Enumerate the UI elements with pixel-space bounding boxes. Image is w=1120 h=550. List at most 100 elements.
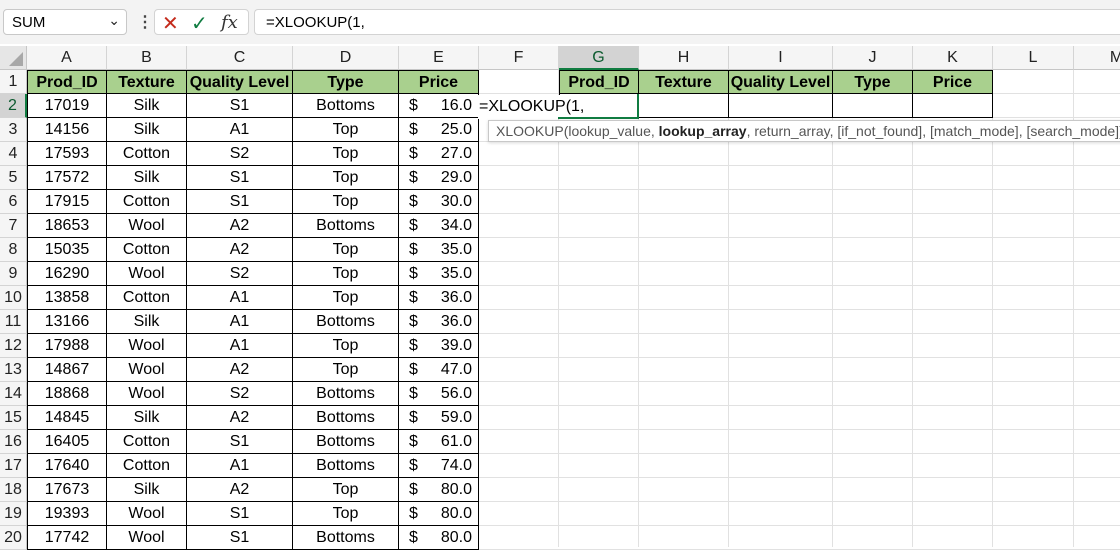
table-cell[interactable]: Top xyxy=(293,166,399,190)
table-cell[interactable]: A2 xyxy=(187,238,293,262)
table-cell[interactable]: Top xyxy=(293,262,399,286)
table-cell[interactable]: $74.0 xyxy=(399,454,479,478)
row-header[interactable]: 16 xyxy=(0,430,27,454)
table-cell[interactable]: A2 xyxy=(187,478,293,502)
row-header[interactable]: 11 xyxy=(0,310,27,334)
row-header[interactable]: 5 xyxy=(0,166,27,190)
table-cell[interactable]: $80.0 xyxy=(399,478,479,502)
table-cell[interactable]: Cotton xyxy=(107,190,187,214)
table-cell[interactable]: A1 xyxy=(187,454,293,478)
table-cell[interactable]: 15035 xyxy=(27,238,107,262)
table-cell[interactable]: 17673 xyxy=(27,478,107,502)
column-header[interactable]: G xyxy=(559,46,639,70)
table-cell[interactable]: Top xyxy=(293,190,399,214)
table-cell[interactable]: A1 xyxy=(187,334,293,358)
column-header[interactable]: J xyxy=(833,46,913,70)
table-header-cell[interactable]: Prod_ID xyxy=(27,70,107,94)
table-cell[interactable]: 17742 xyxy=(27,526,107,550)
table-cell[interactable]: $36.0 xyxy=(399,310,479,334)
lookup-result-cell[interactable] xyxy=(833,94,913,118)
row-header[interactable]: 18 xyxy=(0,478,27,502)
table-cell[interactable]: Wool xyxy=(107,214,187,238)
table-cell[interactable]: 17988 xyxy=(27,334,107,358)
table-cell[interactable]: Wool xyxy=(107,262,187,286)
table-header-cell[interactable]: Texture xyxy=(107,70,187,94)
cancel-icon[interactable]: ✕ xyxy=(162,11,179,36)
row-header[interactable]: 9 xyxy=(0,262,27,286)
column-header[interactable]: D xyxy=(293,46,399,70)
table-cell[interactable]: 16405 xyxy=(27,430,107,454)
table-cell[interactable]: $61.0 xyxy=(399,430,479,454)
table-cell[interactable]: $27.0 xyxy=(399,142,479,166)
table-cell[interactable]: S1 xyxy=(187,94,293,118)
table-cell[interactable]: Top xyxy=(293,238,399,262)
table-cell[interactable]: $80.0 xyxy=(399,526,479,550)
column-header[interactable]: H xyxy=(639,46,729,70)
lookup-result-cell[interactable] xyxy=(913,94,993,118)
table-cell[interactable]: $80.0 xyxy=(399,502,479,526)
row-header[interactable]: 17 xyxy=(0,454,27,478)
table-cell[interactable]: Top xyxy=(293,142,399,166)
table-cell[interactable]: S1 xyxy=(187,166,293,190)
row-header[interactable]: 1 xyxy=(0,70,27,94)
select-all-corner[interactable] xyxy=(0,46,27,70)
row-header[interactable]: 13 xyxy=(0,358,27,382)
table-cell[interactable]: S1 xyxy=(187,526,293,550)
more-options-icon[interactable]: ⋮ xyxy=(137,12,153,32)
table-cell[interactable]: Silk xyxy=(107,406,187,430)
table-cell[interactable]: Top xyxy=(293,478,399,502)
table-cell[interactable]: Top xyxy=(293,358,399,382)
table-cell[interactable]: A2 xyxy=(187,358,293,382)
table-cell[interactable]: A2 xyxy=(187,406,293,430)
row-header[interactable]: 3 xyxy=(0,118,27,142)
table-cell[interactable]: Silk xyxy=(107,118,187,142)
row-header[interactable]: 20 xyxy=(0,526,27,550)
row-header[interactable]: 14 xyxy=(0,382,27,406)
table-cell[interactable]: Silk xyxy=(107,478,187,502)
table-cell[interactable]: A1 xyxy=(187,118,293,142)
row-header[interactable]: 19 xyxy=(0,502,27,526)
column-header[interactable]: M xyxy=(1074,46,1120,70)
table-cell[interactable]: 17019 xyxy=(27,94,107,118)
formula-input[interactable]: =XLOOKUP(1, xyxy=(254,9,1120,35)
lookup-header-cell[interactable]: Price xyxy=(913,70,993,94)
table-cell[interactable]: Top xyxy=(293,118,399,142)
table-cell[interactable]: $36.0 xyxy=(399,286,479,310)
table-cell[interactable]: Top xyxy=(293,334,399,358)
table-cell[interactable]: 19393 xyxy=(27,502,107,526)
table-cell[interactable]: Wool xyxy=(107,334,187,358)
table-cell[interactable]: Bottoms xyxy=(293,310,399,334)
insert-function-icon[interactable]: fx xyxy=(221,12,238,33)
lookup-header-cell[interactable]: Type xyxy=(833,70,913,94)
table-cell[interactable]: 17572 xyxy=(27,166,107,190)
table-cell[interactable]: 18653 xyxy=(27,214,107,238)
table-header-cell[interactable]: Type xyxy=(293,70,399,94)
table-cell[interactable]: Bottoms xyxy=(293,214,399,238)
table-cell[interactable]: $59.0 xyxy=(399,406,479,430)
table-cell[interactable]: S2 xyxy=(187,262,293,286)
table-cell[interactable]: A1 xyxy=(187,310,293,334)
table-cell[interactable]: Silk xyxy=(107,166,187,190)
table-cell[interactable]: A1 xyxy=(187,286,293,310)
function-tooltip[interactable]: XLOOKUP(lookup_value, lookup_array, retu… xyxy=(488,120,1120,142)
row-header[interactable]: 15 xyxy=(0,406,27,430)
table-cell[interactable]: $29.0 xyxy=(399,166,479,190)
table-cell[interactable]: 13858 xyxy=(27,286,107,310)
table-cell[interactable]: Bottoms xyxy=(293,454,399,478)
row-header[interactable]: 6 xyxy=(0,190,27,214)
table-cell[interactable]: $34.0 xyxy=(399,214,479,238)
table-cell[interactable]: $16.0 xyxy=(399,94,479,118)
table-cell[interactable]: $25.0 xyxy=(399,118,479,142)
table-cell[interactable]: Wool xyxy=(107,358,187,382)
column-header[interactable]: F xyxy=(479,46,559,70)
lookup-header-cell[interactable]: Texture xyxy=(639,70,729,94)
table-cell[interactable]: S2 xyxy=(187,382,293,406)
row-header[interactable]: 8 xyxy=(0,238,27,262)
table-header-cell[interactable]: Quality Level xyxy=(187,70,293,94)
column-header[interactable]: E xyxy=(399,46,479,70)
column-header[interactable]: I xyxy=(729,46,833,70)
table-cell[interactable]: Top xyxy=(293,502,399,526)
table-cell[interactable]: Bottoms xyxy=(293,382,399,406)
chevron-down-icon[interactable]: ⌄ xyxy=(108,12,120,29)
name-box[interactable]: SUM ⌄ xyxy=(3,9,127,35)
